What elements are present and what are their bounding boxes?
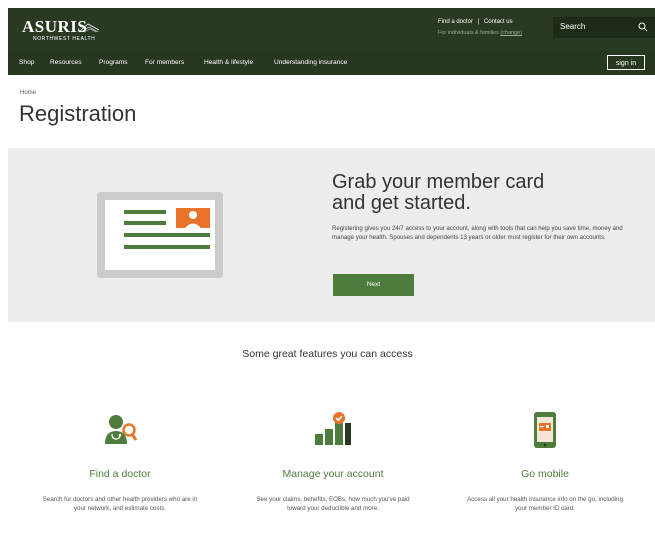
hero-panel: Grab your member card and get started. R… [8, 148, 655, 322]
member-card-face [105, 200, 215, 270]
hero-title-line1: Grab your member card [332, 171, 545, 193]
main-nav: Shop Resources Programs For members Heal… [8, 51, 655, 75]
nav-item-health-lifestyle[interactable]: Health & lifestyle [204, 59, 253, 66]
audience-selector: For individuals & families (change) [438, 30, 522, 36]
nav-item-for-members[interactable]: For members [145, 59, 184, 66]
nav-item-resources[interactable]: Resources [50, 59, 82, 66]
feature-manage-account[interactable]: Manage your account See your claims, ben… [243, 410, 423, 513]
nav-item-understanding-insurance[interactable]: Understanding insurance [274, 59, 347, 66]
logo[interactable]: ASURIS NORTHWEST HEALTH [22, 18, 100, 42]
logo-swoosh-icon [78, 23, 100, 33]
hero-title: Grab your member card and get started. [332, 172, 544, 214]
logo-subtitle: NORTHWEST HEALTH [33, 36, 96, 42]
search-input[interactable]: Search [560, 22, 585, 31]
feature-description: See your claims, benefits, EOBs, how muc… [256, 496, 410, 512]
find-doctor-link[interactable]: Find a doctor [438, 19, 473, 25]
feature-title: Go mobile [521, 468, 569, 480]
contact-us-link[interactable]: Contact us [484, 19, 513, 25]
doctor-search-icon [105, 415, 138, 444]
feature-description: Access all your health insurance info on… [467, 496, 623, 512]
features-heading: Some great features you can access [242, 348, 413, 360]
search-icon[interactable] [638, 22, 648, 32]
bar-chart-check-icon [315, 412, 351, 445]
next-button[interactable]: Next [333, 274, 414, 296]
member-card-illustration [97, 192, 223, 278]
feature-description: Search for doctors and other health prov… [42, 496, 198, 512]
breadcrumb-home[interactable]: Home [20, 90, 36, 96]
utility-links: Find a doctor | Contact us [438, 19, 513, 25]
audience-change-link[interactable]: (change) [500, 30, 522, 36]
feature-title: Manage your account [282, 468, 384, 480]
sign-in-button[interactable]: sign in [607, 55, 645, 70]
mobile-card-icon [534, 412, 556, 448]
feature-title: Find a doctor [89, 468, 151, 480]
nav-item-shop[interactable]: Shop [19, 59, 34, 66]
nav-item-programs[interactable]: Programs [99, 59, 128, 66]
page-title: Registration [19, 101, 137, 126]
search-box[interactable]: Search [553, 17, 655, 38]
member-card-icon [124, 208, 210, 249]
utility-separator: | [477, 19, 480, 25]
hero-title-line2: and get started. [332, 192, 471, 214]
feature-find-doctor[interactable]: Find a doctor Search for doctors and oth… [30, 410, 210, 513]
site-header: ASURIS NORTHWEST HEALTH Find a doctor | … [8, 8, 655, 51]
audience-label: For individuals & families [438, 30, 499, 36]
feature-go-mobile[interactable]: Go mobile Access all your health insuran… [455, 410, 635, 513]
hero-description: Registering gives you 24/7 access to you… [332, 225, 623, 241]
